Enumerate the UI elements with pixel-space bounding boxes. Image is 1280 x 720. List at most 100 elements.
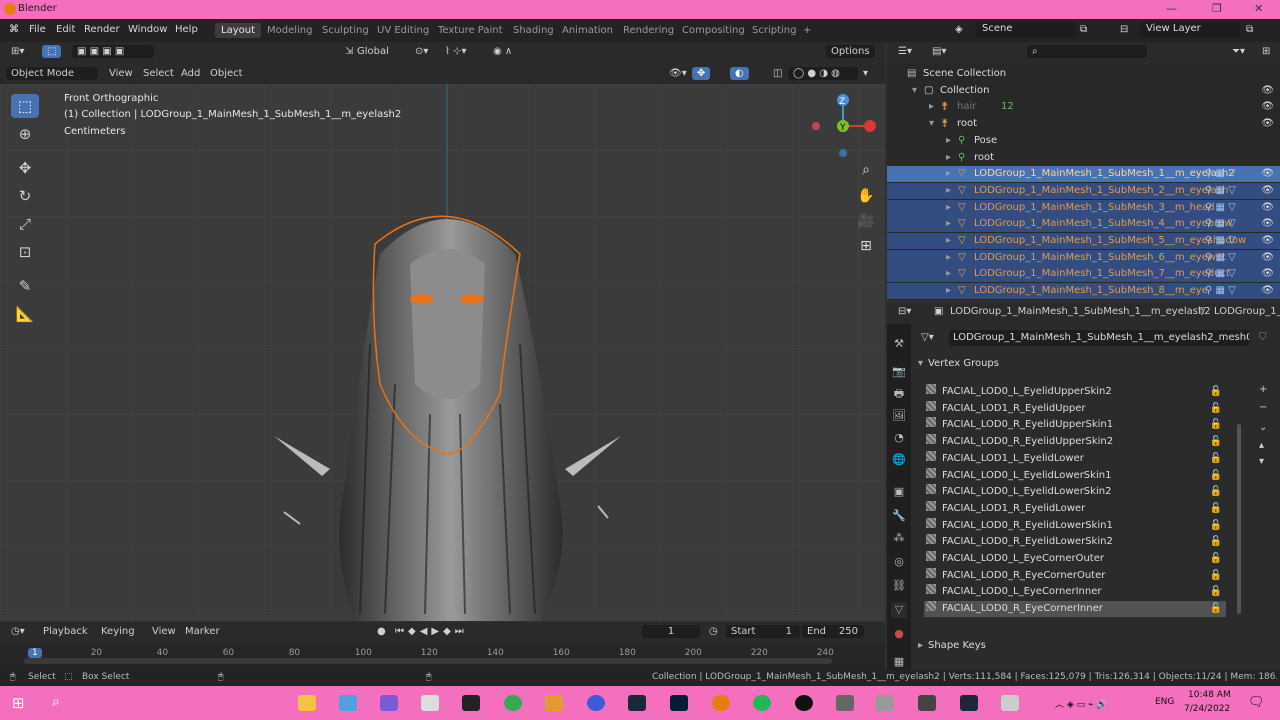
disclosure-triangle-icon[interactable]: ▾ <box>912 83 917 99</box>
menu-add[interactable]: Add <box>176 67 205 80</box>
scale-tool-icon[interactable]: ⤢ <box>11 212 39 236</box>
gizmo-toggle-icon[interactable]: ✥ <box>692 67 711 80</box>
modifier-icons[interactable]: ⚲ ▦ ▽ <box>1205 200 1236 216</box>
menu-timeline-view[interactable]: View <box>147 625 181 638</box>
lock-icon[interactable]: 🔓 <box>1210 384 1222 400</box>
tab-rendering[interactable]: Rendering <box>617 23 680 38</box>
mesh-name-field[interactable]: LODGroup_1_MainMesh_1_SubMesh_1__m_eyela… <box>949 330 1249 346</box>
lock-icon[interactable]: 🔓 <box>1210 501 1222 517</box>
material-tab-icon[interactable]: ● <box>891 626 907 642</box>
cursor-tool-icon[interactable]: ⊕ <box>11 122 39 146</box>
outliner-editor-icon[interactable]: ☰▾ <box>893 45 917 58</box>
outliner-row[interactable]: ▾ ▢ Collection 👁 <box>887 83 1280 99</box>
vertex-group-item[interactable]: FACIAL_LOD0_L_EyeCornerOuter 🔓 <box>924 551 1226 567</box>
tray-icons[interactable]: ︿ ◈ ▭ ⌁ 🔊 <box>1055 697 1108 710</box>
vertex-group-item[interactable]: FACIAL_LOD0_R_EyeCornerOuter 🔓 <box>924 567 1226 584</box>
selection-mode-buttons[interactable]: ▣ ▣ ▣ ▣ <box>72 45 154 58</box>
outliner-row[interactable]: ▸ ⚲ Pose <box>887 133 1280 149</box>
disclosure-triangle-icon[interactable]: ▸ <box>946 166 951 182</box>
scene-tab-icon[interactable]: ◔ <box>891 430 907 446</box>
pivot-icon[interactable]: ⊙▾ <box>410 45 433 58</box>
overlay-toggle-icon[interactable]: ◐ <box>730 67 749 80</box>
visibility-eye-icon[interactable]: 👁 <box>1261 83 1274 99</box>
texture-tab-icon[interactable]: ▦ <box>891 654 907 670</box>
visibility-eye-icon[interactable]: 👁 <box>1261 183 1274 199</box>
disclosure-triangle-icon[interactable]: ▸ <box>946 200 951 216</box>
tab-compositing[interactable]: Compositing <box>676 23 751 38</box>
menu-marker[interactable]: Marker <box>180 625 225 638</box>
disclosure-triangle-icon[interactable]: ▸ <box>946 216 951 232</box>
collapse-vg-icon[interactable]: ▾ <box>918 358 923 369</box>
outliner-row[interactable]: ▸ ▽ LODGroup_1_MainMesh_1_SubMesh_8__m_eye… <box>887 283 1280 300</box>
file-explorer-icon[interactable] <box>298 695 316 711</box>
menu-help[interactable]: Help <box>175 24 198 35</box>
vertex-group-item[interactable]: FACIAL_LOD1_R_EyelidLower 🔓 <box>924 500 1226 517</box>
timeline-editor-icon[interactable]: ◷▾ <box>6 625 30 638</box>
render-tab-icon[interactable]: 📷 <box>891 364 907 380</box>
camera-view-icon[interactable]: 🎥 <box>856 213 876 233</box>
mesh-data-tab-icon[interactable]: ▽ <box>891 602 907 618</box>
photoshop-icon[interactable] <box>670 695 688 711</box>
language-indicator[interactable]: ENG <box>1155 697 1174 707</box>
vertex-group-item[interactable]: FACIAL_LOD0_L_EyelidUpperSkin2 🔓 <box>924 384 1226 400</box>
clock-date[interactable]: 7/24/2022 <box>1184 704 1230 714</box>
lock-icon[interactable]: 🔓 <box>1210 401 1222 417</box>
tab-animation[interactable]: Animation <box>556 23 619 38</box>
disclosure-triangle-icon[interactable]: ▸ <box>946 266 951 282</box>
view-layer-tab-icon[interactable]: 🖼 <box>891 408 907 424</box>
outliner-row[interactable]: ▸ ⚵ hair 12 👁 <box>887 99 1280 115</box>
disclosure-triangle-icon[interactable]: ▸ <box>946 150 951 166</box>
tab-layout[interactable]: Layout <box>215 23 261 38</box>
tab-modeling[interactable]: Modeling <box>261 23 319 38</box>
app-icon-9[interactable] <box>876 695 894 711</box>
scene-selector[interactable]: Scene <box>976 22 1076 38</box>
annotate-tool-icon[interactable]: ✎ <box>11 274 39 298</box>
disclosure-triangle-icon[interactable]: ▸ <box>946 183 951 199</box>
preview-range-icon[interactable]: ◷ <box>704 625 723 638</box>
measure-tool-icon[interactable]: 📐 <box>11 302 39 326</box>
vg-scrollbar[interactable] <box>1237 424 1241 614</box>
outliner-row[interactable]: ▤ Scene Collection <box>887 66 1280 82</box>
timeline-scrollbar[interactable] <box>24 658 832 664</box>
mode-dropdown[interactable]: Object Mode <box>6 67 98 80</box>
vg-specials-icon[interactable]: ⌄ <box>1259 422 1267 433</box>
tab-shading[interactable]: Shading <box>507 23 560 38</box>
vertex-group-item[interactable]: FACIAL_LOD0_R_EyelidUpperSkin1 🔓 <box>924 417 1226 433</box>
maximize-icon[interactable]: ❐ <box>1212 2 1222 15</box>
navigation-gizmo[interactable]: Z Y <box>810 92 880 162</box>
disclosure-triangle-icon[interactable]: ▸ <box>946 133 951 149</box>
visibility-eye-icon[interactable]: 👁 <box>1261 116 1274 132</box>
options-dropdown[interactable]: Options <box>826 45 875 58</box>
tool-tab-icon[interactable]: ⚒ <box>891 336 907 352</box>
windows-start-icon[interactable]: ⊞ <box>12 694 25 712</box>
output-tab-icon[interactable]: 🖶 <box>891 386 907 402</box>
modifier-icons[interactable]: ⚲ ▦ ▽ <box>1205 216 1236 232</box>
perspective-toggle-icon[interactable]: ⊞ <box>856 238 876 258</box>
outliner-row[interactable]: ▸ ▽ LODGroup_1_MainMesh_1_SubMesh_5__m_eye… <box>887 233 1280 249</box>
modifier-tab-icon[interactable]: 🔧 <box>891 508 907 524</box>
outliner-row[interactable]: ▸ ⚲ root <box>887 150 1280 166</box>
blender-menu-icon[interactable]: ⌘ <box>9 24 19 35</box>
outliner-row[interactable]: ▾ ⚵ root 👁 <box>887 116 1280 132</box>
world-tab-icon[interactable]: 🌐 <box>891 452 907 468</box>
vertex-groups-title[interactable]: Vertex Groups <box>928 358 999 369</box>
clock-time[interactable]: 10:48 AM <box>1188 690 1231 700</box>
outliner-row[interactable]: ▸ ▽ LODGroup_1_MainMesh_1_SubMesh_4__m_eye… <box>887 216 1280 233</box>
disclosure-triangle-icon[interactable]: ▾ <box>929 116 934 132</box>
transform-orientation-dropdown[interactable]: Global <box>352 45 394 58</box>
start-frame-field[interactable]: Start 1 <box>726 625 800 638</box>
zoom-icon[interactable]: ⌕ <box>856 162 876 182</box>
menu-keying[interactable]: Keying <box>96 625 140 638</box>
app-icon-1[interactable] <box>339 695 357 711</box>
modifier-icons[interactable]: ⚲ ▦ ▽ <box>1205 283 1236 299</box>
collapse-sk-icon[interactable]: ▸ <box>918 640 923 651</box>
select-mode-icon[interactable]: ⬚ <box>42 45 62 58</box>
vertex-group-item[interactable]: FACIAL_LOD0_R_EyelidLowerSkin2 🔓 <box>924 534 1226 550</box>
lock-icon[interactable]: 🔓 <box>1210 568 1222 584</box>
menu-window[interactable]: Window <box>128 24 167 35</box>
search-icon[interactable]: ⌕ <box>52 694 60 710</box>
tab-texture-paint[interactable]: Texture Paint <box>432 23 509 38</box>
app-icon-10[interactable] <box>918 695 936 711</box>
lock-icon[interactable]: 🔓 <box>1210 451 1222 467</box>
app-icon-3[interactable] <box>421 695 439 711</box>
